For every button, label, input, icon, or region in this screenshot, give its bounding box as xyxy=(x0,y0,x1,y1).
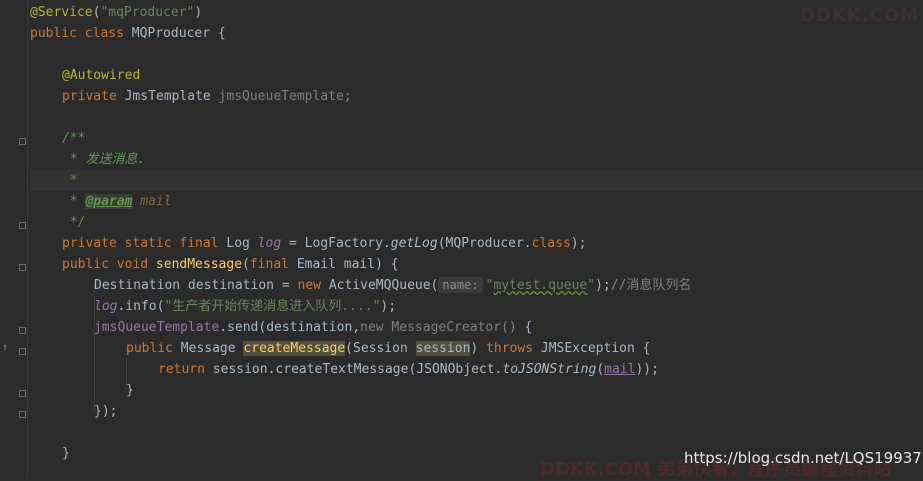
code-line-2: public class MQProducer { xyxy=(30,23,923,44)
method-name: createMessage xyxy=(243,341,346,356)
code-text: (Session xyxy=(345,341,416,356)
keyword: throws xyxy=(486,341,541,356)
code-line-15: log.info("生产者开始传递消息进入队列...."); xyxy=(30,296,923,317)
type-name: Message xyxy=(180,341,244,356)
anonymous-class: new MessageCreator() xyxy=(360,320,525,335)
code-line-18: return session.createTextMessage(JSONObj… xyxy=(30,359,923,380)
doc-comment: */ xyxy=(62,215,86,230)
method-name: sendMessage xyxy=(155,257,243,272)
code-text: ); xyxy=(570,236,587,251)
gutter-divider xyxy=(27,0,28,478)
field-ref: jmsQueueTemplate xyxy=(94,320,220,335)
fold-marker-icon[interactable] xyxy=(19,390,26,397)
string-literal: "mqProducer" xyxy=(100,5,195,20)
parameter-ref: mail xyxy=(604,362,636,377)
annotation: @Autowired xyxy=(62,68,141,83)
code-area[interactable]: @Service("mqProducer") public class MQPr… xyxy=(30,0,923,478)
brace: } xyxy=(62,446,70,461)
code-text: )); xyxy=(635,362,659,377)
code-text: JMSException { xyxy=(540,341,651,356)
string-quote: " xyxy=(587,278,596,293)
string-literal: mytest.queue xyxy=(493,278,588,293)
code-line-10: * @param mail xyxy=(30,191,923,212)
code-line-5: private JmsTemplate jmsQueueTemplate; xyxy=(30,86,923,107)
doc-comment: * xyxy=(62,173,78,188)
doc-comment: * xyxy=(62,194,86,209)
code-text: ( xyxy=(596,362,605,377)
code-text: ); xyxy=(595,278,611,293)
unused-field: jmsQueueTemplate; xyxy=(218,89,352,104)
code-text: ); xyxy=(380,299,397,314)
code-line-14: Destination destination = new ActiveMQQu… xyxy=(30,275,923,296)
override-arrow-icon[interactable]: ↑ xyxy=(2,343,8,353)
code-text: ActiveMQQueue( xyxy=(328,278,439,293)
paren: ) xyxy=(194,5,203,20)
fold-marker-icon[interactable] xyxy=(19,264,26,271)
static-method: toJSONString xyxy=(502,362,597,377)
code-text: Destination destination = xyxy=(94,278,298,293)
code-text: .send(destination, xyxy=(219,320,361,335)
code-line-13: public void sendMessage(final Email mail… xyxy=(30,254,923,275)
code-line-19: } xyxy=(30,380,923,401)
url-watermark: https://blog.csdn.net/LQS199372 xyxy=(684,449,923,467)
code-editor[interactable]: ↑ @Service("mqProducer") public class MQ… xyxy=(0,0,923,480)
code-text: session.createTextMessage(JSONObject. xyxy=(212,362,503,377)
code-line-7: /** xyxy=(30,128,923,149)
parameter-name: session xyxy=(415,341,471,356)
keyword: private xyxy=(62,89,125,104)
code-line-4: @Autowired xyxy=(30,65,923,86)
fold-marker-icon[interactable] xyxy=(19,327,26,334)
fold-marker-icon[interactable] xyxy=(19,138,26,145)
static-field: log xyxy=(257,236,282,251)
code-text: }); xyxy=(94,404,118,419)
line-comment: //消息队列名 xyxy=(610,278,692,293)
keyword: private static final xyxy=(62,236,227,251)
code-line-11: */ xyxy=(30,212,923,233)
keyword: new xyxy=(297,278,329,293)
fold-marker-icon[interactable] xyxy=(19,348,26,355)
fold-marker-icon[interactable] xyxy=(19,222,26,229)
code-line-1: @Service("mqProducer") xyxy=(30,2,923,23)
keyword: return xyxy=(158,362,213,377)
fold-marker-icon[interactable] xyxy=(19,411,26,418)
keyword: public class xyxy=(30,26,132,41)
code-line-16: jmsQueueTemplate.send(destination,new Me… xyxy=(30,317,923,338)
code-line-8: * 发送消息. xyxy=(30,149,923,170)
keyword: public void xyxy=(62,257,156,272)
string-literal: "生产者开始传递消息进入队列...." xyxy=(164,299,381,314)
type-name: JmsTemplate xyxy=(124,89,219,104)
keyword: class xyxy=(531,236,571,251)
keyword: public xyxy=(126,341,181,356)
code-text: ) xyxy=(470,341,487,356)
code-text: Email mail) { xyxy=(296,257,399,272)
doc-comment: /** xyxy=(62,131,86,146)
code-line-20: }); xyxy=(30,401,923,422)
static-field: log xyxy=(94,299,118,314)
code-text: = LogFactory. xyxy=(281,236,391,251)
brace: } xyxy=(126,383,134,398)
doc-param-tag: @param xyxy=(85,194,133,209)
editor-gutter[interactable] xyxy=(0,0,28,478)
watermark-top-right: DDKK.COM xyxy=(799,5,919,26)
code-line-17: public Message createMessage(Session ses… xyxy=(30,338,923,359)
class-name: MQProducer { xyxy=(131,26,226,41)
doc-param-name: mail xyxy=(132,194,172,209)
type-name: Log xyxy=(226,236,258,251)
code-text: { xyxy=(524,320,533,335)
doc-comment: * 发送消息. xyxy=(62,152,146,167)
annotation: @Service xyxy=(30,5,93,20)
keyword: final xyxy=(249,257,297,272)
code-line-12: private static final Log log = LogFactor… xyxy=(30,233,923,254)
code-text: (MQProducer. xyxy=(437,236,532,251)
parameter-hint: name: xyxy=(438,277,483,293)
code-text: ( xyxy=(242,257,250,272)
code-line-current: * xyxy=(30,170,923,191)
code-text: .info( xyxy=(117,299,165,314)
static-method: getLog xyxy=(390,236,438,251)
